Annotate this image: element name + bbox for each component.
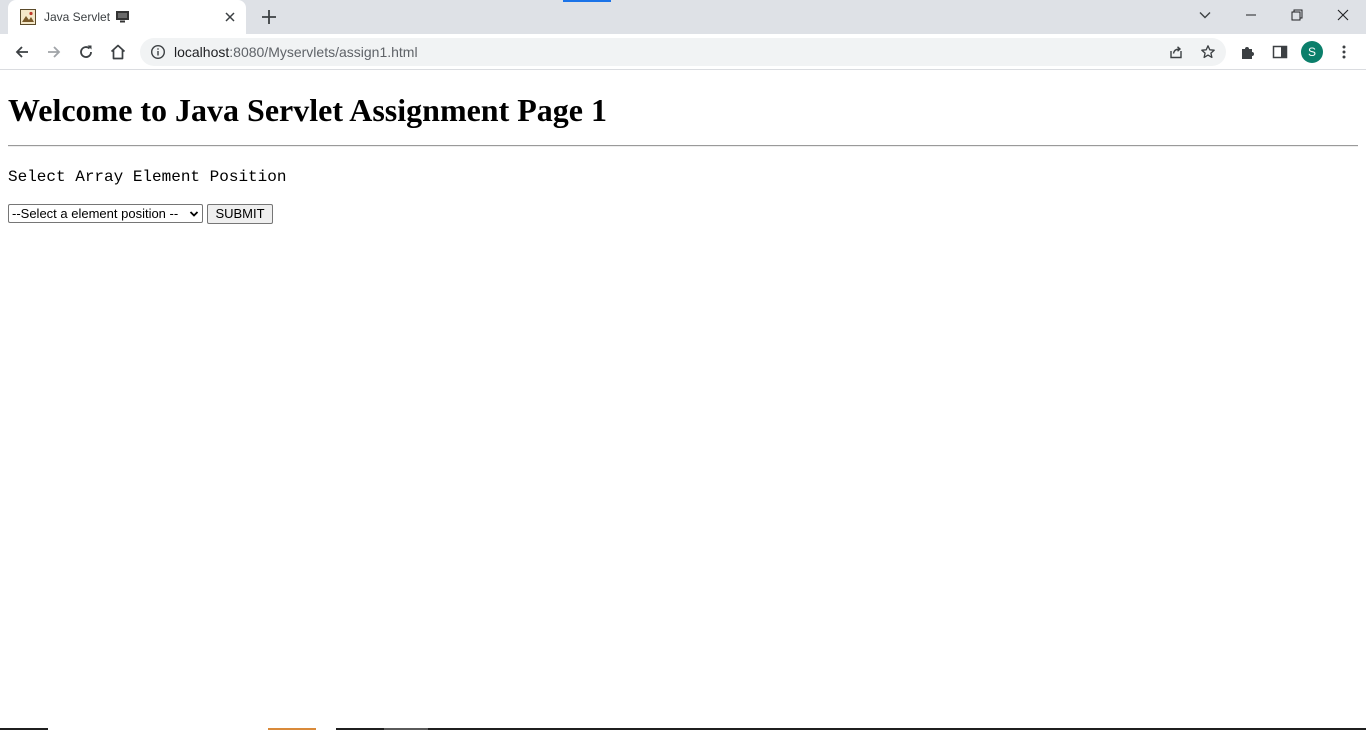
restore-icon <box>1291 9 1303 21</box>
browser-toolbar: localhost:8080/Myservlets/assign1.html S <box>0 34 1366 70</box>
select-label: Select Array Element Position <box>8 168 287 186</box>
info-icon[interactable] <box>150 44 166 60</box>
back-button[interactable] <box>8 38 36 66</box>
reload-icon <box>80 45 92 58</box>
url-host: localhost <box>174 44 230 60</box>
puzzle-icon <box>1242 47 1254 59</box>
home-icon <box>110 44 126 60</box>
select-value: --Select a element position -- <box>12 206 179 221</box>
element-position-select[interactable]: --Select a element position -- <box>8 204 203 223</box>
tab-title: Java Servlet <box>44 9 130 25</box>
tab-strip: Java Servlet <box>0 0 1366 34</box>
close-icon[interactable] <box>222 9 238 25</box>
restore-button[interactable] <box>1274 0 1320 30</box>
menu-button[interactable] <box>1330 38 1358 66</box>
forward-arrow-icon <box>48 46 61 58</box>
profile-avatar[interactable]: S <box>1301 41 1323 63</box>
url-text[interactable]: localhost:8080/Myservlets/assign1.html <box>174 44 418 60</box>
tab-strip-indicator <box>563 0 611 2</box>
side-panel-button[interactable] <box>1266 38 1294 66</box>
kebab-menu-icon <box>1342 45 1346 59</box>
page-content: Welcome to Java Servlet Assignment Page … <box>0 71 1366 728</box>
minimize-button[interactable] <box>1228 0 1274 30</box>
active-tab[interactable]: Java Servlet <box>8 0 246 34</box>
chevron-down-icon <box>189 211 199 217</box>
horizontal-rule <box>8 145 1358 147</box>
plus-icon[interactable] <box>259 7 279 27</box>
back-arrow-icon <box>15 46 28 58</box>
reload-button[interactable] <box>72 38 100 66</box>
page-title: Welcome to Java Servlet Assignment Page … <box>8 92 607 128</box>
url-path: :8080/Myservlets/assign1.html <box>229 44 418 60</box>
share-icon[interactable] <box>1168 44 1184 60</box>
minimize-icon <box>1246 14 1256 16</box>
submit-button[interactable]: SUBMIT <box>207 204 273 224</box>
image-favicon-icon <box>20 9 36 25</box>
extensions-button[interactable] <box>1234 38 1262 66</box>
tab-search-button[interactable] <box>1182 0 1228 30</box>
close-window-button[interactable] <box>1320 0 1366 30</box>
address-bar[interactable]: localhost:8080/Myservlets/assign1.html <box>140 38 1226 66</box>
tab-title-text: Java Servlet <box>44 10 111 24</box>
bookmark-star-icon[interactable] <box>1200 44 1216 60</box>
monitor-icon <box>116 11 130 23</box>
home-button[interactable] <box>104 38 132 66</box>
side-panel-icon <box>1272 45 1288 59</box>
close-window-icon <box>1337 9 1349 21</box>
forward-button[interactable] <box>40 38 68 66</box>
chevron-down-icon <box>1199 12 1211 19</box>
